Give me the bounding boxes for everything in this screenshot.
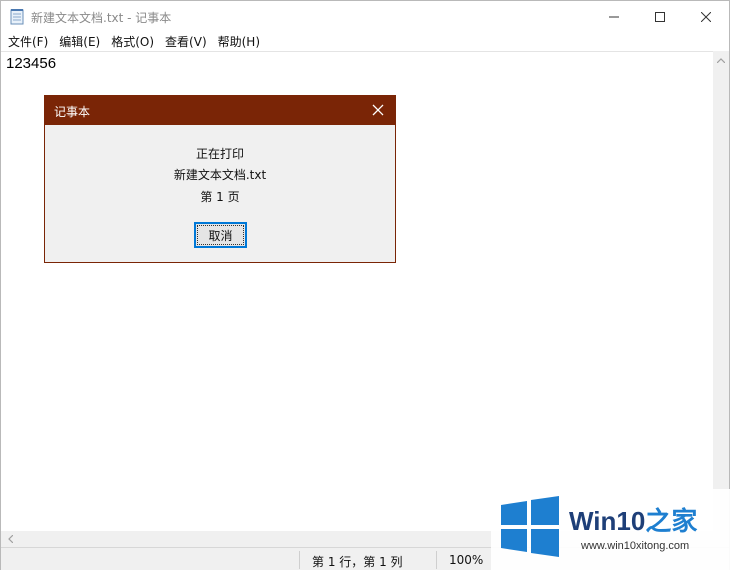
chevron-left-icon[interactable] [3,532,17,546]
status-divider [299,551,300,569]
notepad-icon [9,8,25,25]
zoom-level: 100% [449,553,484,567]
dialog-page-number: 第 1 页 [200,190,240,204]
windows-logo-icon [499,495,561,557]
minimize-icon [609,16,619,17]
dialog-close-button[interactable] [370,102,386,118]
minimize-button[interactable] [591,1,637,32]
menu-format[interactable]: 格式(O) [107,33,158,50]
maximize-button[interactable] [637,1,683,32]
vertical-scrollbar[interactable] [713,51,729,531]
watermark: Win10之家 www.win10xitong.com [491,489,730,571]
dialog-title-bar[interactable]: 记事本 [45,96,395,125]
menu-view[interactable]: 查看(V) [161,33,211,50]
focus-rectangle [197,225,244,245]
notepad-window: 新建文本文档.txt - 记事本 文件(F) 编辑(E) 格式(O) 查看(V)… [0,0,730,571]
watermark-brand-main: Win10 [569,506,646,536]
chevron-up-icon[interactable] [713,53,729,67]
menu-bar: 文件(F) 编辑(E) 格式(O) 查看(V) 帮助(H) [1,32,729,51]
menu-edit[interactable]: 编辑(E) [55,33,104,50]
watermark-url: www.win10xitong.com [581,540,690,552]
close-icon [372,104,384,116]
print-dialog: 记事本 正在打印 新建文本文档.txt 第 1 页 取消 [44,95,396,263]
close-button[interactable] [683,1,729,32]
close-icon [701,11,711,22]
cursor-position: 第 1 行，第 1 列 [312,555,403,569]
maximize-icon [655,11,665,22]
title-bar[interactable]: 新建文本文档.txt - 记事本 [1,1,729,32]
menu-help[interactable]: 帮助(H) [214,33,264,50]
menu-file[interactable]: 文件(F) [4,33,52,50]
dialog-filename: 新建文本文档.txt [173,168,267,182]
editor-content[interactable]: 123456 [6,55,56,72]
watermark-title: Win10之家 [569,501,697,538]
window-title: 新建文本文档.txt - 记事本 [31,11,172,25]
cancel-button[interactable]: 取消 [194,222,247,248]
watermark-brand-accent: 之家 [645,506,698,536]
status-divider [436,551,437,569]
dialog-status-text: 正在打印 [195,147,244,161]
dialog-title: 记事本 [54,105,91,119]
